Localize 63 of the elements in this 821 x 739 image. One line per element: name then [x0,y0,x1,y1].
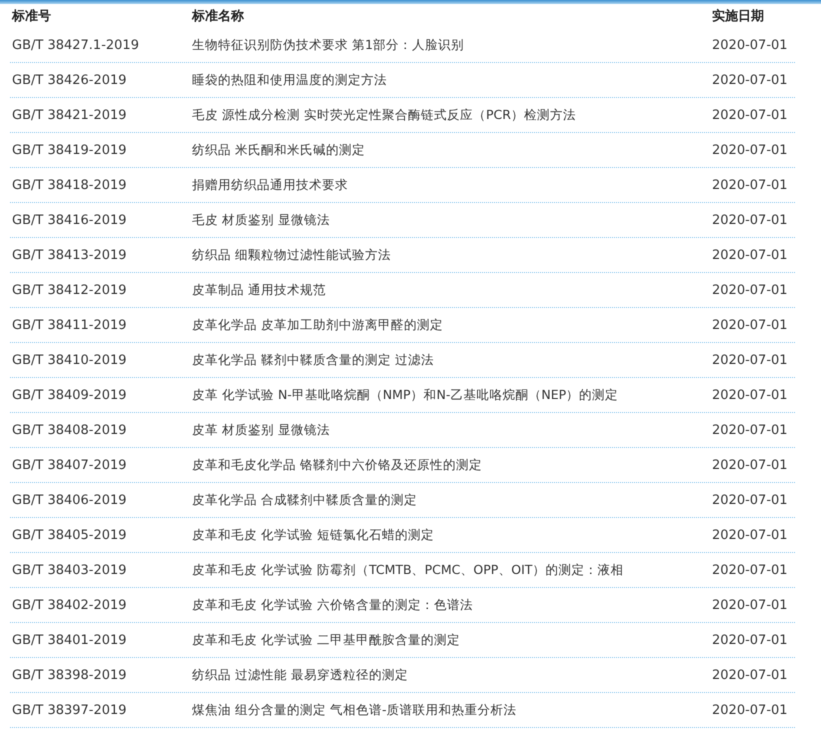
table-cell-text: GB/T 38401-2019 [11,632,128,648]
table-cell-text: 2020-07-01 [711,178,789,192]
table-cell-text: 毛皮 材质鉴别 显微镜法 [191,212,331,228]
table-cell-text: 2020-07-01 [711,142,789,158]
table-cell-text: 捐赠用纺织品通用技术要求 [191,176,349,194]
table-cell-text: GB/T 38421-2019 [11,108,128,122]
table-cell-text: 皮革化学品 合成鞣剂中鞣质含量的测定 [191,492,418,508]
table-cell-text: 纺织品 过滤性能 最易穿透粒径的测定 [191,666,409,684]
table-cell-text: 2020-07-01 [711,248,789,262]
table-cell-text: GB/T 38427.1-2019 [11,38,140,52]
table-cell-text: GB/T 38403-2019 [11,562,128,578]
table-cell-text: GB/T 38419-2019 [11,142,128,158]
table-cell-text: GB/T 38398-2019 [11,668,128,682]
table-cell-text: GB/T 38406-2019 [11,492,128,508]
table-cell-text: GB/T 38413-2019 [11,248,128,262]
table-cell-text: GB/T 38405-2019 [11,528,128,542]
table-cell-text: 2020-07-01 [711,108,789,122]
table-cell-text: 皮革和毛皮 化学试验 二甲基甲酰胺含量的测定 [191,632,461,648]
table-cell-text: 2020-07-01 [711,492,789,508]
table-cell-text: 2020-07-01 [711,562,789,578]
table-cell-text: 皮革化学品 皮革加工助剂中游离甲醛的测定 [191,316,444,334]
column-header: 实施日期 [711,8,765,25]
table-cell-text: 2020-07-01 [711,668,789,682]
table-cell-text: 2020-07-01 [711,632,789,648]
column-header: 标准名称 [190,8,245,25]
table-cell-text: 皮革 化学试验 N-甲基吡咯烷酮（NMP）和N-乙基吡咯烷酮（NEP）的测定 [191,386,620,404]
table-cell-text: 2020-07-01 [711,352,789,368]
table-cell-text: 睡袋的热阻和使用温度的测定方法 [191,72,388,88]
table-cell-text: 皮革和毛皮 化学试验 六价铬含量的测定：色谱法 [191,596,474,614]
table-cell-text: 2020-07-01 [711,318,789,332]
table-cell-text: GB/T 38411-2019 [11,318,128,332]
table-cell-text: 2020-07-01 [711,282,789,298]
table-cell-text: 2020-07-01 [711,598,789,612]
table-cell-text: GB/T 38407-2019 [11,458,128,472]
table-cell-text: 生物特征识别防伪技术要求 第1部分：人脸识别 [191,36,465,54]
table-cell-text: GB/T 38426-2019 [11,72,128,88]
table-cell-text: GB/T 38418-2019 [11,178,128,192]
table-cell-text: 2020-07-01 [711,458,789,472]
table-cell-text: 纺织品 细颗粒物过滤性能试验方法 [191,246,392,264]
table-cell-text: GB/T 38412-2019 [11,282,128,298]
table-cell-text: GB/T 38408-2019 [11,422,128,438]
table-cell-text: GB/T 38410-2019 [11,352,128,368]
table-cell-text: 皮革制品 通用技术规范 [191,282,327,298]
table-cell-text: 2020-07-01 [711,422,789,438]
table-cell-text: 2020-07-01 [711,528,789,542]
table-cell-text: 煤焦油 组分含量的测定 气相色谱-质谱联用和热重分析法 [191,702,518,718]
table-cell-text: 皮革和毛皮化学品 铬鞣剂中六价铬及还原性的测定 [191,456,483,474]
table-cell-text: 毛皮 源性成分检测 实时荧光定性聚合酶链式反应（PCR）检测方法 [191,106,577,124]
table-cell-text: 纺织品 米氏酮和米氏碱的测定 [191,142,366,158]
table-cell-text: 皮革和毛皮 化学试验 短链氯化石蜡的测定 [191,526,435,544]
table-cell-text: GB/T 38416-2019 [11,212,128,228]
table-cell-text: 皮革化学品 鞣剂中鞣质含量的测定 过滤法 [191,352,435,368]
table-cell-text: GB/T 38402-2019 [11,598,128,612]
table-cell-text: 2020-07-01 [711,72,789,88]
table-cell-text: 2020-07-01 [711,702,789,718]
column-header: 标准号 [10,8,52,25]
table-cell-text: GB/T 38397-2019 [11,702,128,718]
table-cell-text: GB/T 38409-2019 [11,388,128,402]
table-cell-text: 皮革 材质鉴别 显微镜法 [191,422,331,438]
table-cell-text: 2020-07-01 [711,38,789,52]
table-cell-text: 2020-07-01 [711,212,789,228]
table-cell-text: 皮革和毛皮 化学试验 防霉剂（TCMTB、PCMC、OPP、OIT）的测定：液相 [191,562,624,578]
table-cell-text: 2020-07-01 [711,388,789,402]
